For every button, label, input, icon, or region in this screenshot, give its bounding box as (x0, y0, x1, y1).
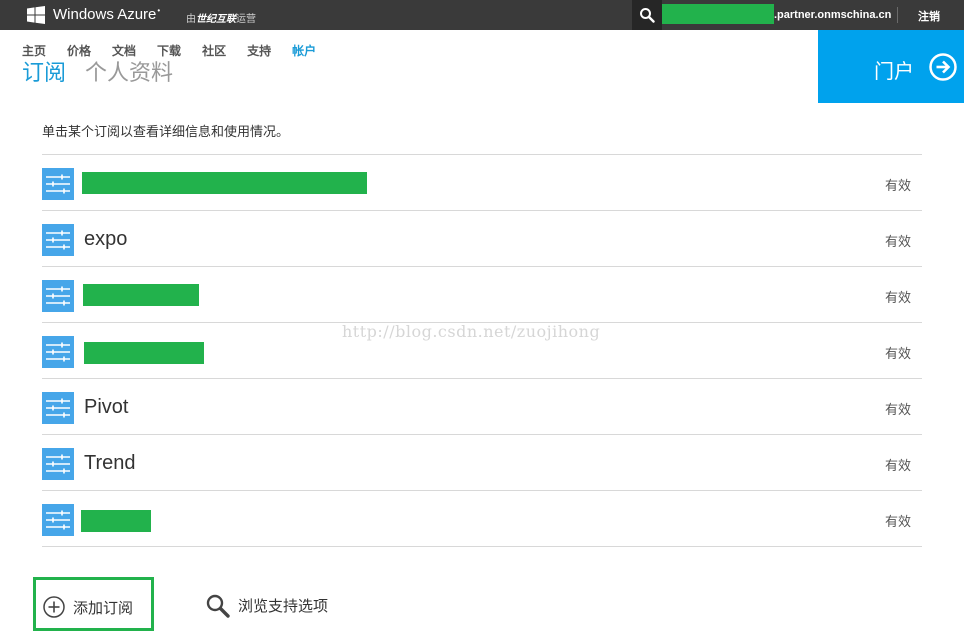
portal-button[interactable]: 门户 (818, 30, 964, 103)
page-tabs: 订阅 个人资料 (22, 60, 192, 88)
brand-superscript: • (157, 6, 161, 15)
nav-item-community[interactable]: 社区 (202, 42, 226, 59)
subscription-row[interactable]: 有效 (42, 267, 922, 323)
nav-item-account[interactable]: 帐户 (292, 42, 316, 59)
subscription-row[interactable]: 有效 (42, 491, 922, 547)
add-subscription-label: 添加订阅 (73, 599, 134, 617)
subscription-status: 有效 (884, 403, 911, 418)
browse-support-label: 浏览支持选项 (238, 597, 329, 615)
subscription-icon (42, 336, 74, 368)
subscription-status: 有效 (884, 179, 911, 194)
subscription-icon (42, 224, 74, 256)
search-icon (640, 8, 655, 23)
subscription-name-redacted (81, 510, 151, 532)
brand-name[interactable]: Windows Azure• (53, 6, 160, 23)
subscription-icon (42, 392, 74, 424)
subscription-icon (42, 280, 74, 312)
add-subscription-button[interactable]: 添加订阅 (33, 577, 154, 631)
search-icon (206, 594, 230, 618)
subscription-status: 有效 (884, 347, 911, 362)
subscription-name-redacted (83, 284, 199, 306)
tab-subscriptions[interactable]: 订阅 (22, 60, 66, 88)
search-button[interactable] (632, 0, 662, 30)
subscription-icon (42, 504, 74, 536)
top-bar: Windows Azure• 由世纪互联运营 .partner.onmschin… (0, 0, 964, 30)
subscription-name-redacted (82, 172, 367, 194)
subscription-icon (42, 448, 74, 480)
portal-label: 门户 (874, 59, 914, 83)
subscription-name-redacted (84, 342, 204, 364)
nav-item-docs[interactable]: 文档 (112, 42, 136, 59)
subscription-status: 有效 (884, 291, 911, 306)
nav-item-support[interactable]: 支持 (247, 42, 271, 59)
subscription-name: Pivot (84, 396, 129, 418)
tab-profile[interactable]: 个人资料 (85, 60, 173, 88)
instruction-text: 单击某个订阅以查看详细信息和使用情况。 (42, 125, 290, 140)
topbar-divider (897, 7, 898, 23)
subscription-status: 有效 (884, 515, 911, 530)
operator-text: 由世纪互联运营 (186, 14, 256, 25)
nav-item-pricing[interactable]: 价格 (67, 42, 91, 59)
subscription-row[interactable]: 有效 (42, 155, 922, 211)
account-name-redacted[interactable] (662, 4, 774, 24)
plus-circle-icon (43, 596, 65, 618)
subscription-list: 有效 expo 有效 有效 有效 Pivot 有效 Trend 有效 有效 (42, 154, 922, 547)
signout-button[interactable]: 注销 (918, 8, 940, 24)
windows-logo-icon (27, 6, 45, 24)
subscription-row[interactable]: Pivot 有效 (42, 379, 922, 435)
subscription-row[interactable]: expo 有效 (42, 211, 922, 267)
subscription-status: 有效 (884, 459, 911, 474)
account-domain[interactable]: .partner.onmschina.cn (774, 9, 891, 21)
subscription-name: expo (84, 228, 128, 250)
nav-item-home[interactable]: 主页 (22, 42, 46, 59)
arrow-right-circle-icon (929, 53, 957, 81)
subscription-icon (42, 168, 74, 200)
subscription-name: Trend (84, 452, 136, 474)
watermark-text: http://blog.csdn.net/zuojihong (342, 322, 601, 341)
nav-item-downloads[interactable]: 下载 (157, 42, 181, 59)
main-nav: 主页 价格 文档 下载 社区 支持 帐户 (22, 42, 337, 59)
subscription-status: 有效 (884, 235, 911, 250)
subscription-row[interactable]: Trend 有效 (42, 435, 922, 491)
